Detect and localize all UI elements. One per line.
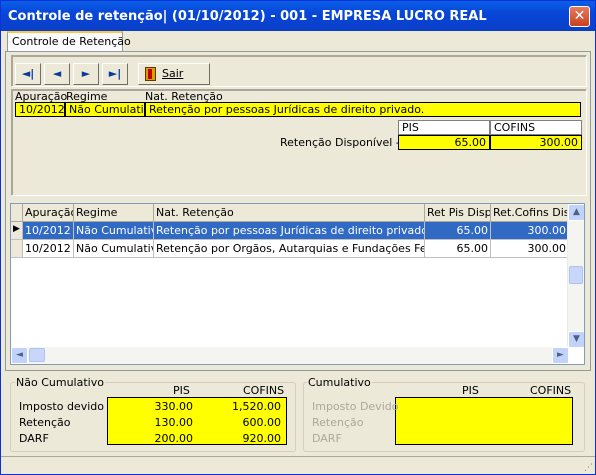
nc-retencao-label: Retenção [19,416,71,429]
horizontal-scrollbar[interactable]: ◄ ► [11,347,569,364]
cofins-disponivel-field[interactable]: 300.00 [490,135,582,150]
main-window: Controle de retenção| (01/10/2012) - 001… [0,0,596,475]
last-record-button[interactable]: ►| [102,63,128,85]
col-regime[interactable]: Regime [74,204,154,222]
first-record-button[interactable]: ◄| [15,63,41,85]
table-row-2-nat[interactable]: Retenção por Orgãos, Autarquias e Fundaç… [154,240,425,258]
c-pis-header: PIS [462,384,479,397]
scroll-down-icon[interactable]: ▼ [568,331,584,348]
nat-retencao-field[interactable]: Retenção por pessoas Jurídicas de direit… [145,102,581,117]
row-indicator-icon: ▶ [11,222,23,240]
toolbar-group: ◄| ◄ ► ►| Sair [11,55,587,87]
retencao-grid[interactable]: Apuração Regime Nat. Retenção Ret Pis Di… [10,203,585,365]
nc-retencao-pis[interactable]: 130.00 [131,416,194,429]
tab-label: Controle de Retenção [12,35,131,48]
tab-controle-retencao[interactable]: Controle de Retenção [7,31,131,52]
scroll-up-icon[interactable]: ▲ [568,204,584,221]
cumulativo-title: Cumulativo [307,376,372,389]
table-row-2-regime[interactable]: Não Cumulativo [74,240,154,258]
prev-icon: ◄ [52,67,62,80]
sair-button[interactable]: Sair [138,63,210,85]
retencao-disponivel-label: Retenção Disponível -> [280,136,409,149]
next-record-button[interactable]: ► [73,63,99,85]
table-row-1-regime[interactable]: Não Cumulativo [74,222,154,240]
nao-cumulativo-title: Não Cumulativo [15,376,105,389]
nc-darf-label: DARF [19,432,49,445]
nc-cofins-header: COFINS [243,384,285,397]
row-indicator-blank [11,240,23,258]
col-ret-cofins-disp[interactable]: Ret.Cofins Disp [491,204,569,222]
detail-group: Apuração Regime Nat. Retenção 10/2012 Nã… [11,89,587,196]
cofins-header: COFINS [490,120,582,135]
exit-door-icon [145,67,156,81]
pis-header: PIS [398,120,490,135]
nc-imposto-cofins[interactable]: 1,520.00 [201,400,281,413]
col-ret-pis-disp[interactable]: Ret Pis Disp. [425,204,491,222]
pis-disponivel-field[interactable]: 65.00 [398,135,490,150]
scroll-right-icon[interactable]: ► [552,347,569,364]
c-values-box [395,397,573,445]
last-icon: ►| [108,67,122,80]
table-row-2-pis[interactable]: 65.00 [425,240,491,258]
table-row-1-cofins[interactable]: 300.00 [491,222,569,240]
nc-darf-cofins[interactable]: 920.00 [201,432,282,445]
table-row-2-cofins[interactable]: 300.00 [491,240,569,258]
apuracao-field[interactable]: 10/2012 [15,102,65,117]
nc-retencao-cofins[interactable]: 600.00 [201,416,282,429]
c-darf-label: DARF [312,432,342,445]
title-bar[interactable]: Controle de retenção| (01/10/2012) - 001… [1,1,595,31]
col-nat-retencao[interactable]: Nat. Retenção [154,204,425,222]
next-icon: ► [81,67,91,80]
horizontal-scroll-thumb[interactable] [29,348,45,362]
sair-label: Sair [162,67,184,80]
row-indicator-header [11,204,23,222]
status-bar: ⋰ [1,456,595,474]
nc-imposto-devido-label: Imposto devido [19,400,104,413]
regime-field[interactable]: Não Cumulativo [65,102,145,117]
table-row-1-apuracao[interactable]: 10/2012 [23,222,74,240]
scroll-left-icon[interactable]: ◄ [11,347,28,364]
resize-grip-icon[interactable]: ⋰ [584,463,593,473]
nc-darf-pis[interactable]: 200.00 [131,432,194,445]
c-imposto-devido-label: Imposto Devido [312,400,399,413]
table-row-1-pis[interactable]: 65.00 [425,222,491,240]
first-icon: ◄| [21,67,35,80]
vertical-scrollbar[interactable]: ▲ ▼ [567,204,584,348]
close-button[interactable]: ✕ [569,6,590,27]
vertical-scroll-thumb[interactable] [569,266,583,284]
prev-record-button[interactable]: ◄ [44,63,70,85]
table-row-2-apuracao[interactable]: 10/2012 [23,240,74,258]
c-retencao-label: Retenção [312,416,364,429]
window-title: Controle de retenção| (01/10/2012) - 001… [8,9,487,24]
table-row-1-nat[interactable]: Retenção por pessoas Jurídicas de direit… [154,222,425,240]
c-cofins-header: COFINS [530,384,572,397]
col-apuracao[interactable]: Apuração [23,204,74,222]
nc-pis-header: PIS [173,384,190,397]
nc-imposto-pis[interactable]: 330.00 [131,400,194,413]
